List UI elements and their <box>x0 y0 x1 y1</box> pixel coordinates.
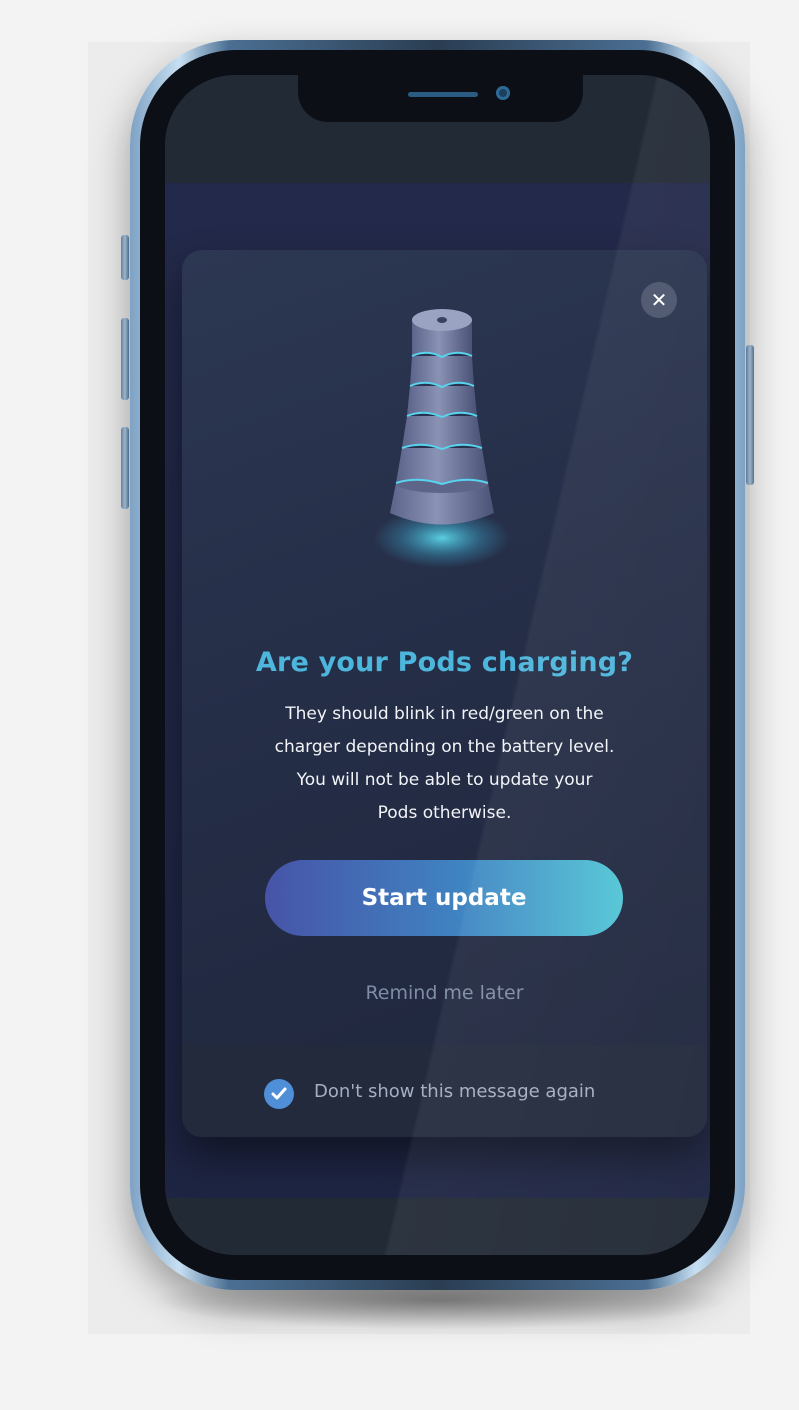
phone-notch <box>298 75 583 122</box>
modal-title: Are your Pods charging? <box>255 647 634 678</box>
modal-message: They should blink in red/green on the ch… <box>212 698 677 830</box>
volume-up-button <box>121 318 129 400</box>
power-button <box>746 345 754 485</box>
message-line: They should blink in red/green on the <box>285 704 604 724</box>
charging-modal: ✕ Are your Pods charging? They should bl… <box>182 250 707 1137</box>
camera-icon <box>496 86 510 100</box>
start-update-button[interactable]: Start update <box>265 860 623 936</box>
phone-screen: ✕ Are your Pods charging? They should bl… <box>165 75 710 1255</box>
volume-down-button <box>121 427 129 509</box>
message-line: charger depending on the battery level. <box>274 737 615 757</box>
remind-me-later-link[interactable]: Remind me later <box>182 982 707 1004</box>
checkmark-icon <box>271 1087 287 1100</box>
dont-show-label[interactable]: Don't show this message again <box>314 1081 595 1102</box>
message-line: Pods otherwise. <box>377 803 512 823</box>
dont-show-checkbox[interactable] <box>264 1079 294 1109</box>
close-icon[interactable]: ✕ <box>641 282 677 318</box>
pods-illustration <box>374 309 510 568</box>
mute-switch <box>121 235 129 280</box>
speaker-grille <box>408 92 478 97</box>
message-line: You will not be able to update your <box>296 770 593 790</box>
home-area <box>165 1198 710 1255</box>
